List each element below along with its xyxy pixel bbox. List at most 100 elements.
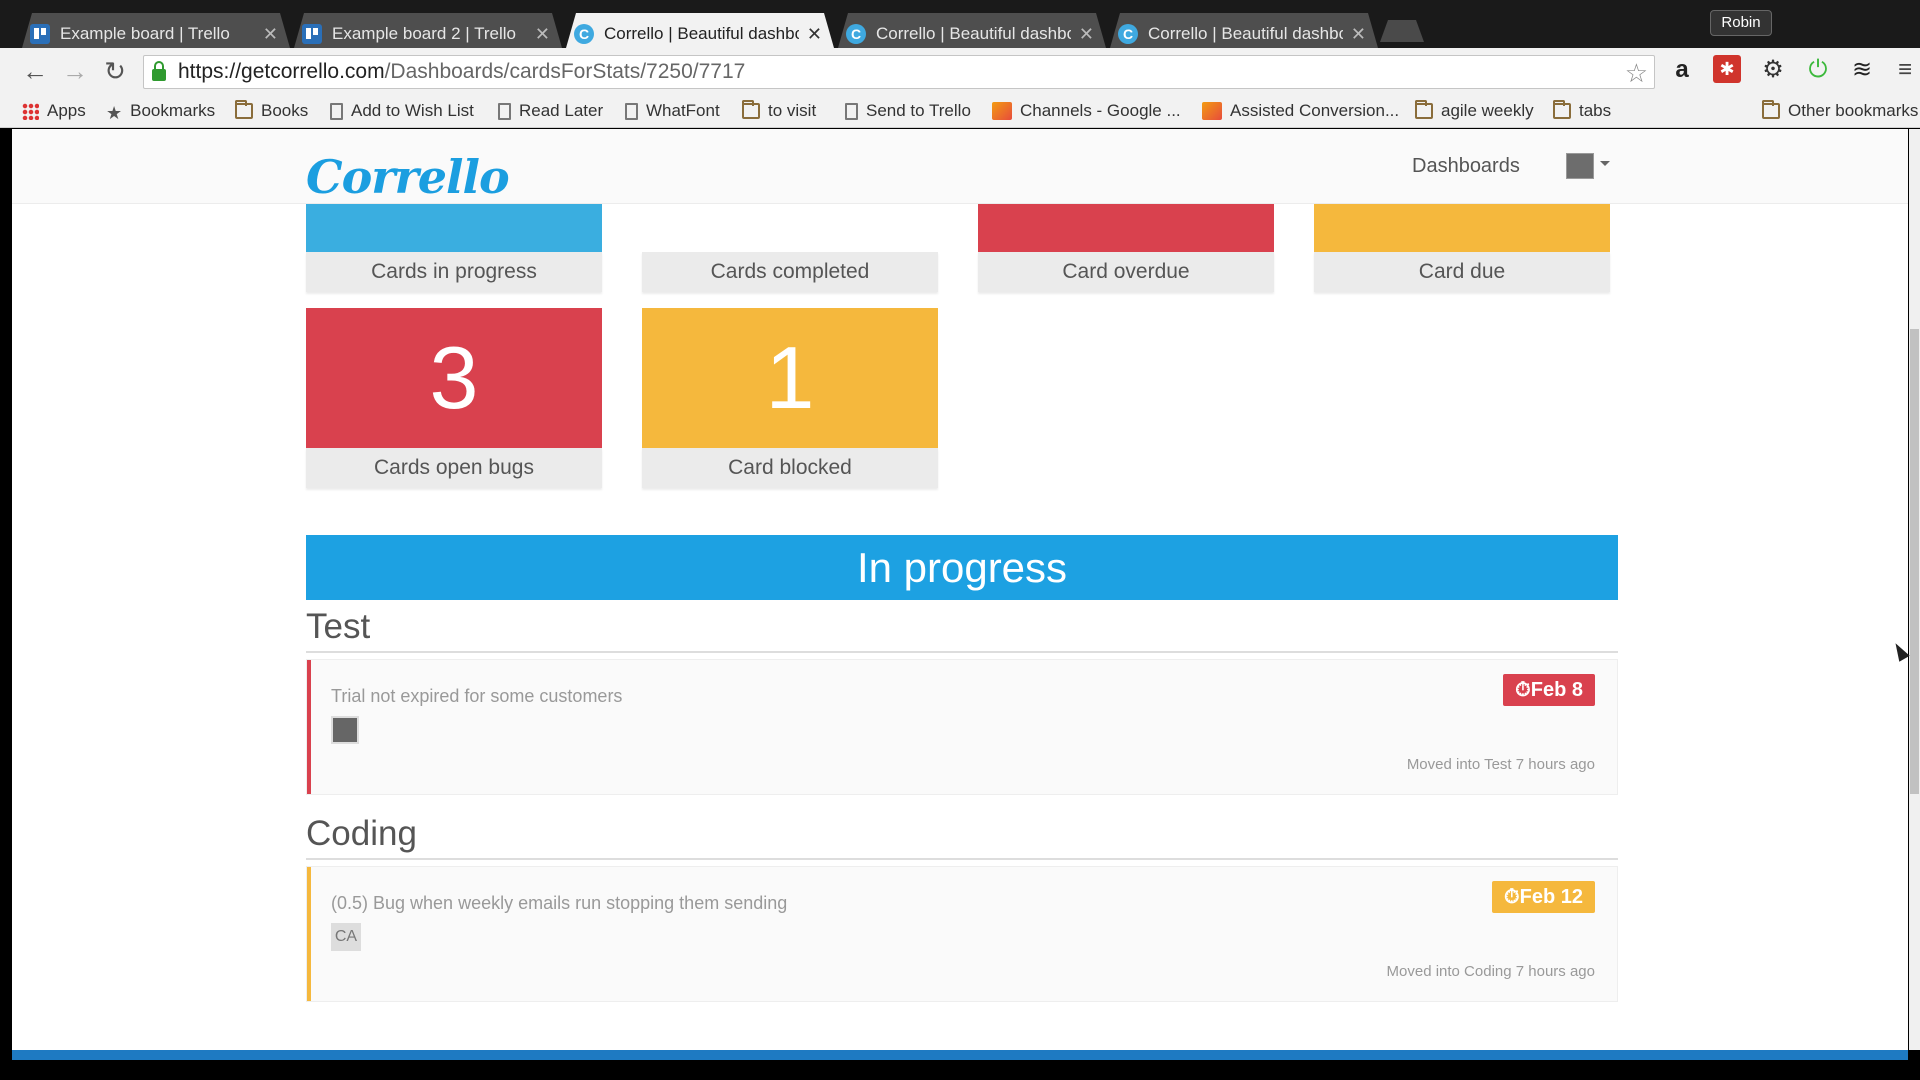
card-title[interactable]: Trial not expired for some customers [331,686,622,707]
tile-cards-in-progress[interactable]: Cards in progress [306,204,602,292]
chevron-down-icon[interactable] [1600,161,1610,166]
bookmark-label: Assisted Conversion... [1230,101,1400,120]
back-icon[interactable]: ← [20,56,50,86]
extension-icon[interactable]: ✱ [1713,55,1741,83]
gear-icon[interactable]: ⚙ [1758,55,1788,85]
card-status-bar [307,660,311,794]
close-icon[interactable]: ✕ [807,24,822,45]
tile-card-blocked[interactable]: 1 Card blocked [642,308,938,488]
bookmark-whatfont[interactable]: WhatFont [625,100,720,122]
bookmark-label: Send to Trello [866,101,971,120]
bookmark-add-to-wish-list[interactable]: Add to Wish List [330,100,474,122]
bookmark-label: agile weekly [1441,101,1534,120]
corrello-icon: C [1118,24,1138,44]
trello-icon [30,24,50,44]
tile-label: Cards in progress [306,252,602,292]
bookmark-to-visit[interactable]: to visit [742,100,816,122]
apps-icon [22,102,39,120]
bookmark-channels-google[interactable]: Channels - Google ... [992,100,1181,122]
bookmark-other-bookmarks[interactable]: Other bookmarks [1762,100,1918,122]
due-badge: ⏱Feb 12 [1492,881,1595,913]
profile-button[interactable]: Robin [1710,10,1772,36]
bookmark-star-icon[interactable]: ☆ [1625,58,1648,89]
bookmark-books[interactable]: Books [235,100,308,122]
bookmark-apps[interactable]: Apps [22,100,86,122]
folder-icon [1553,100,1571,119]
scrollbar-thumb[interactable] [1910,329,1919,794]
bookmark-label: Channels - Google ... [1020,101,1181,120]
folder-icon [742,100,760,119]
tile-value [1314,204,1610,252]
tile-value: 1 [642,308,938,448]
url-path: /Dashboards/cardsForStats/7250/7717 [384,60,746,83]
tab-title: Corrello | Beautiful dashbc [876,24,1071,43]
new-tab-button[interactable] [1380,20,1424,42]
avatar[interactable] [1566,153,1594,179]
folder-icon [1415,100,1433,119]
close-icon[interactable]: ✕ [535,24,550,45]
amazon-icon[interactable]: a [1667,55,1697,85]
tile-label: Card due [1314,252,1610,292]
tab-strip: Example board | Trello ✕ Example board 2… [0,0,1920,55]
list-heading: Test [306,607,1618,653]
tab-title: Corrello | Beautiful dashbc [1148,24,1343,43]
trello-icon [302,24,322,44]
corrello-icon: C [846,24,866,44]
bookmark-agile-weekly[interactable]: agile weekly [1415,100,1534,122]
tile-label: Cards completed [642,252,938,292]
bookmark-tabs[interactable]: tabs [1553,100,1611,122]
url-text: https://getcorrello.com/Dashboards/cards… [178,60,745,84]
tile-value [306,204,602,252]
card[interactable]: (0.5) Bug when weekly emails run stoppin… [306,866,1618,1002]
tab-title: Example board 2 | Trello [332,24,516,43]
forward-icon[interactable]: → [60,56,90,86]
bookmark-bookmarks[interactable]: ★ Bookmarks [106,100,216,123]
tile-card-due[interactable]: Card due [1314,204,1610,292]
chart-icon [992,102,1012,120]
close-icon[interactable]: ✕ [263,24,278,45]
layers-icon[interactable]: ≋ [1847,55,1877,85]
page-icon [845,102,858,120]
tile-label: Cards open bugs [306,448,602,488]
page-icon [330,102,343,120]
chart-icon [1202,102,1222,120]
reload-icon[interactable]: ↻ [100,56,130,86]
tile-label: Card overdue [978,252,1274,292]
close-icon[interactable]: ✕ [1351,24,1366,45]
tile-value [978,204,1274,252]
section-title: In progress [306,535,1618,600]
bookmark-read-later[interactable]: Read Later [498,100,603,122]
folder-icon [1762,100,1780,119]
card[interactable]: Trial not expired for some customers ⏱Fe… [306,659,1618,795]
star-icon: ★ [106,103,123,123]
bookmark-label: Bookmarks [130,101,216,120]
tile-cards-open-bugs[interactable]: 3 Cards open bugs [306,308,602,488]
corrello-logo[interactable]: Corrello [306,150,510,204]
bookmark-assisted-conversion[interactable]: Assisted Conversion... [1202,100,1399,122]
menu-icon[interactable]: ≡ [1890,55,1920,85]
address-bar[interactable]: https://getcorrello.com/Dashboards/cards… [143,55,1655,89]
avatar [331,716,359,744]
bookmark-label: WhatFont [646,101,720,120]
due-date: Feb 8 [1530,679,1583,701]
card-title[interactable]: (0.5) Bug when weekly emails run stoppin… [331,893,787,914]
card-status-bar [307,867,311,1001]
scrollbar[interactable] [1909,129,1920,1050]
page-icon [498,102,511,120]
tile-cards-completed[interactable]: Cards completed [642,204,938,292]
close-icon[interactable]: ✕ [1079,24,1094,45]
lock-icon [152,61,166,81]
corrello-icon: C [574,24,594,44]
bookmarks-bar: Apps ★ Bookmarks Books Add to Wish List R… [0,94,1920,128]
member-initials: CA [331,923,361,951]
folder-icon [235,100,253,119]
tab-title: Example board | Trello [60,24,230,43]
power-icon[interactable]: ⏻ [1803,55,1833,85]
due-date: Feb 12 [1519,886,1583,908]
due-badge: ⏱Feb 8 [1503,674,1595,706]
bookmark-send-to-trello[interactable]: Send to Trello [845,100,971,122]
tile-card-overdue[interactable]: Card overdue [978,204,1274,292]
dashboards-link[interactable]: Dashboards [1412,155,1520,178]
bookmark-label: Apps [47,101,86,120]
tile-value [642,204,938,252]
